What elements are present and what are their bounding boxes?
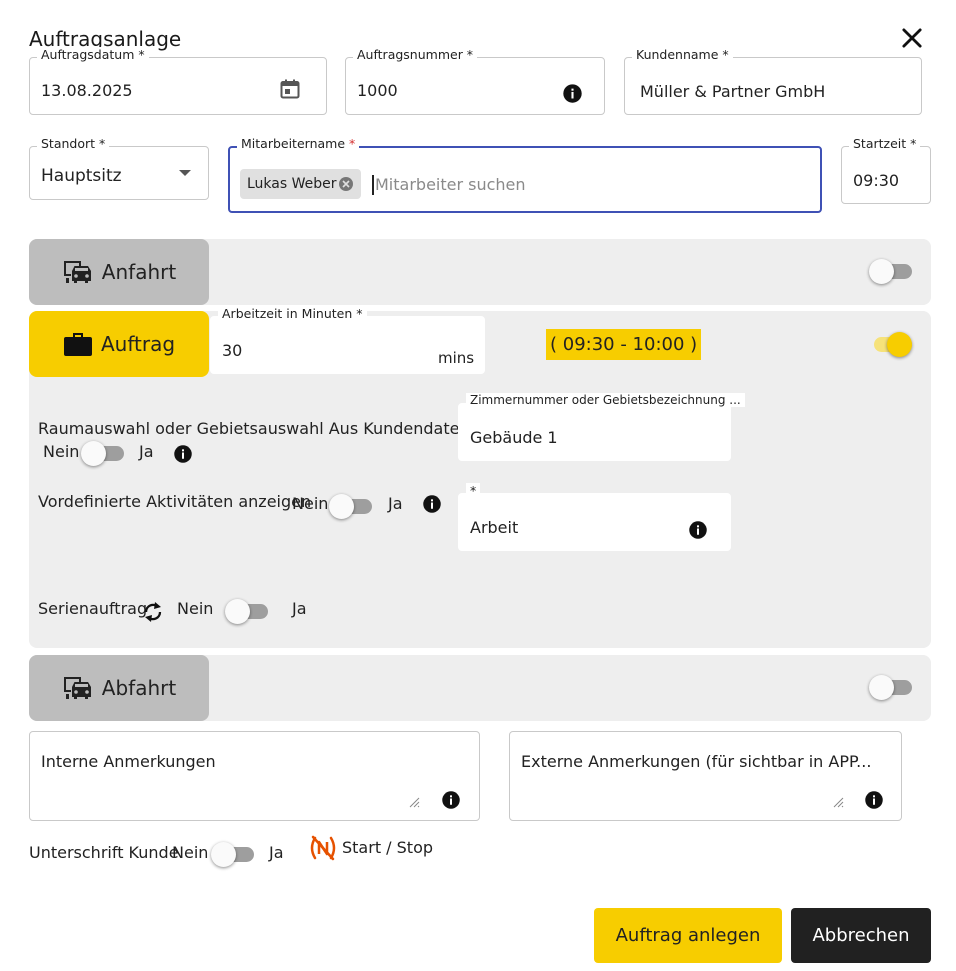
departure-chip-label: Abfahrt [101,676,177,700]
start-time-label: Startzeit * [849,136,921,151]
work-time-value: 30 [222,341,243,360]
resize-handle-icon[interactable] [832,796,844,808]
work-time-label: Arbeitzeit in Minuten * [218,306,367,321]
activity-label: * [466,483,481,498]
series-order-label: Serienauftrag [38,599,148,618]
series-order-no: Nein [177,599,214,618]
departure-chip[interactable]: Abfahrt [29,655,209,721]
predefined-activities-yes: Ja [388,494,403,513]
employee-field[interactable]: Mitarbeitername * Lukas Weber Mitarbeite… [228,136,822,213]
dropdown-arrow-icon[interactable] [178,168,192,178]
order-number-value: 1000 [357,81,398,100]
activity-field[interactable]: * Arbeit [458,483,731,551]
external-notes-textarea[interactable]: Externe Anmerkungen (für sichtbar in APP… [509,731,902,821]
location-select[interactable]: Standort * Hauptsitz [29,136,209,200]
departure-toggle[interactable] [869,674,913,700]
customer-name-value: Müller & Partner GmbH [640,82,826,101]
order-date-label: Auftragsdatum * [37,47,149,62]
text-cursor [372,175,374,195]
order-chip[interactable]: Auftrag [29,311,209,377]
chip-remove-icon[interactable] [338,176,354,192]
info-icon[interactable] [562,83,583,104]
order-number-field[interactable]: Auftragsnummer * 1000 [345,47,605,115]
customer-name-label: Kundenname * [632,47,733,62]
time-range-badge: ( 09:30 - 10:00 ) [546,329,702,360]
series-order-yes: Ja [292,599,307,618]
signature-yes: Ja [269,843,284,862]
room-number-value: Gebäude 1 [470,428,558,447]
location-label: Standort * [37,136,110,151]
predefined-activities-toggle[interactable] [329,493,373,519]
work-time-unit: mins [438,349,475,367]
order-date-value: 13.08.2025 [41,81,133,100]
order-toggle[interactable] [869,331,913,357]
create-order-button[interactable]: Auftrag anlegen [594,908,782,963]
room-selection-label: Raumauswahl oder Gebietsauswahl Aus Kund… [38,419,470,438]
customer-name-field[interactable]: Kundenname * Müller & Partner GmbH [624,47,922,115]
series-order-toggle[interactable] [225,598,269,624]
close-icon[interactable] [898,24,926,52]
room-selection-no: Nein [43,442,80,461]
calendar-icon[interactable] [278,77,302,101]
resize-handle-icon[interactable] [408,796,420,808]
predefined-activities-label: Vordefinierte Aktivitäten anzeigen [38,492,312,511]
external-notes-placeholder: Externe Anmerkungen (für sichtbar in APP… [521,752,872,771]
employee-label: Mitarbeitername * [237,136,360,151]
signature-label: Unterschrift Kunde [29,843,179,862]
predefined-activities-no: Nein [292,494,329,513]
info-icon[interactable] [422,494,442,514]
room-selection-yes: Ja [139,442,154,461]
info-icon[interactable] [688,520,708,540]
employee-chip-label: Lukas Weber [247,176,337,192]
signature-no: Nein [172,843,209,862]
activity-value: Arbeit [470,518,519,537]
arrival-chip-label: Anfahrt [101,260,177,284]
nfc-off-icon[interactable] [308,834,338,862]
arrival-chip[interactable]: Anfahrt [29,239,209,305]
info-icon[interactable] [173,444,193,464]
car-icon [63,261,91,283]
cancel-button[interactable]: Abbrechen [791,908,931,963]
room-selection-toggle[interactable] [81,440,125,466]
order-date-field[interactable]: Auftragsdatum * 13.08.2025 [29,47,327,115]
repeat-icon [144,602,162,622]
room-number-field[interactable]: Zimmernummer oder Gebietsbezeichnung ...… [458,393,745,461]
order-number-label: Auftragsnummer * [353,47,478,62]
room-number-label: Zimmernummer oder Gebietsbezeichnung ... [466,393,745,407]
signature-toggle[interactable] [211,841,255,867]
car-icon [63,677,91,699]
employee-search-placeholder[interactable]: Mitarbeiter suchen [375,175,526,194]
arrival-toggle[interactable] [869,258,913,284]
order-chip-label: Auftrag [100,332,176,356]
internal-notes-placeholder: Interne Anmerkungen [41,752,216,771]
location-value: Hauptsitz [41,166,122,186]
start-time-field[interactable]: Startzeit * 09:30 [841,136,931,204]
start-time-value: 09:30 [853,171,900,190]
internal-notes-textarea[interactable]: Interne Anmerkungen [29,731,480,821]
employee-chip[interactable]: Lukas Weber [240,169,361,199]
start-stop-label[interactable]: Start / Stop [342,838,433,857]
briefcase-icon [63,333,92,356]
work-time-field[interactable]: Arbeitzeit in Minuten * 30 mins [210,306,485,374]
info-icon[interactable] [441,790,461,810]
info-icon[interactable] [864,790,884,810]
